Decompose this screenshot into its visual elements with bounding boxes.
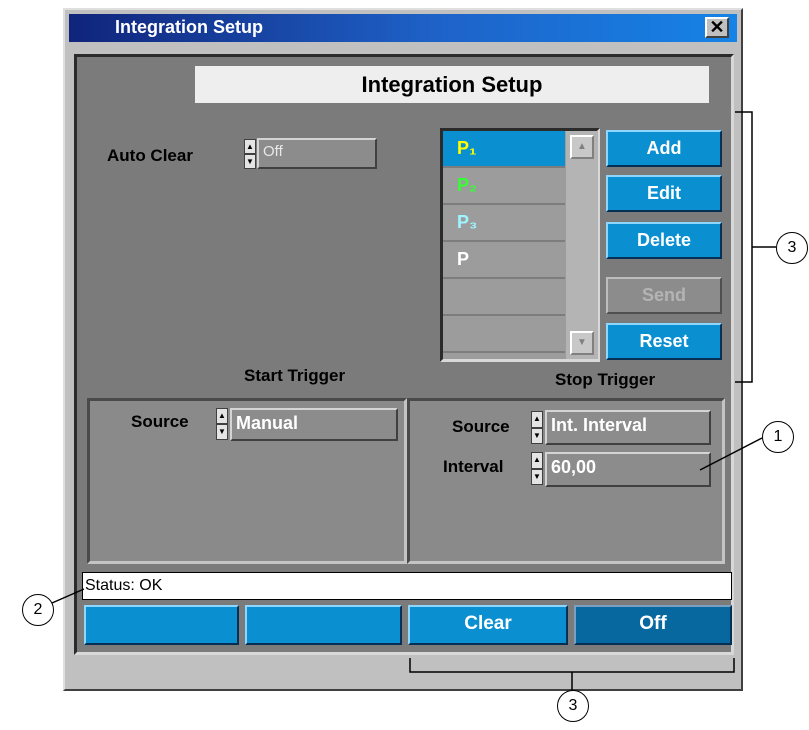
callout-2-leader bbox=[51, 588, 85, 604]
callout-3-top: 3 bbox=[776, 232, 808, 264]
callout-3-bottom: 3 bbox=[557, 690, 589, 722]
callout-1-leader bbox=[699, 437, 763, 471]
bracket-right bbox=[735, 111, 753, 383]
callout-1: 1 bbox=[762, 421, 794, 453]
callout-2: 2 bbox=[22, 594, 54, 626]
callout-lines bbox=[51, 111, 776, 690]
bracket-bottom bbox=[409, 658, 735, 673]
